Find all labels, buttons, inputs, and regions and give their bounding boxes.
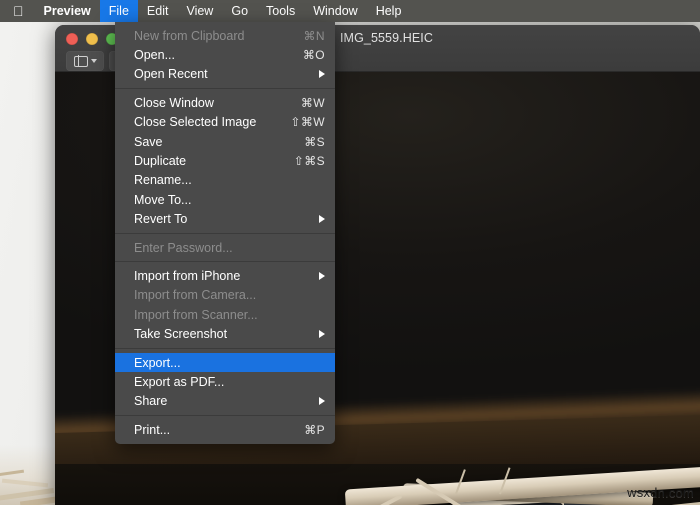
menubar-item-go[interactable]: Go (222, 0, 257, 22)
traffic-lights (66, 33, 118, 45)
menu-item-label: Open... (134, 48, 175, 63)
chevron-right-icon (319, 70, 325, 79)
menu-item-label: Share (134, 394, 168, 409)
menu-item-label: Import from iPhone (134, 268, 241, 283)
menu-item-label: Move To... (134, 192, 192, 207)
menu-item-label: New from Clipboard (134, 28, 245, 43)
file-menu-dropdown: New from Clipboard ⌘N Open... ⌘O Open Recent… (115, 22, 335, 445)
menu-item-close-selected-image[interactable]: Close Selected Image ⇧⌘W (115, 113, 335, 132)
screen: IMG_5559.HEIC wsxdn.com Preview File Edi… (0, 0, 700, 505)
apple-logo-icon[interactable]:  (0, 0, 35, 22)
menu-item-rename[interactable]: Rename... (115, 171, 335, 190)
menu-item-shortcut: ⌘W (300, 95, 325, 110)
window-title-text: IMG_5559.HEIC (339, 30, 433, 45)
menubar-item-window[interactable]: Window (304, 0, 366, 22)
menu-item-open[interactable]: Open... ⌘O (115, 45, 335, 64)
menu-item-shortcut: ⇧⌘S (293, 154, 325, 169)
menu-item-shortcut: ⌘P (304, 422, 325, 437)
chevron-right-icon (319, 215, 325, 224)
menu-item-label: Duplicate (134, 154, 187, 169)
menu-item-label: Close Selected Image (134, 115, 257, 130)
menu-separator (115, 261, 335, 263)
menu-item-shortcut: ⇧⌘W (290, 115, 325, 130)
menu-item-label: Export as PDF... (134, 374, 225, 389)
menu-separator (115, 347, 335, 349)
menubar-item-file[interactable]: File (99, 0, 138, 22)
menu-item-export[interactable]: Export... (115, 352, 335, 373)
sidebar-icon (73, 55, 88, 67)
menu-item-label: Export... (134, 355, 181, 370)
chevron-right-icon (319, 397, 325, 406)
menu-item-label: Import from Camera... (134, 288, 257, 303)
menu-item-shortcut: ⌘O (302, 48, 325, 63)
menu-item-label: Print... (134, 422, 171, 437)
menu-item-open-recent[interactable]: Open Recent (115, 65, 335, 84)
menu-item-import-from-camera: Import from Camera... (115, 286, 335, 305)
menu-item-label: Enter Password... (134, 240, 233, 255)
close-button[interactable] (66, 33, 78, 45)
chevron-right-icon (319, 330, 325, 339)
watermark: wsxdn.com (627, 485, 694, 500)
menu-separator (115, 232, 335, 234)
chevron-down-icon (90, 59, 97, 63)
menu-item-share[interactable]: Share (115, 392, 335, 411)
menu-item-print[interactable]: Print... ⌘P (115, 420, 335, 439)
menu-item-save[interactable]: Save ⌘S (115, 132, 335, 151)
menu-item-label: Revert To (134, 212, 188, 227)
menu-item-export-as-pdf[interactable]: Export as PDF... (115, 372, 335, 391)
sidebar-toggle-button[interactable] (66, 51, 104, 71)
menu-item-import-from-iphone[interactable]: Import from iPhone (115, 266, 335, 285)
menu-item-label: Take Screenshot (134, 327, 228, 342)
menu-separator (115, 415, 335, 417)
menubar-item-help[interactable]: Help (367, 0, 411, 22)
menubar-item-view[interactable]: View (177, 0, 222, 22)
menu-item-enter-password: Enter Password... (115, 238, 335, 257)
menu-item-duplicate[interactable]: Duplicate ⇧⌘S (115, 151, 335, 170)
menu-item-label: Save (134, 134, 163, 149)
menu-item-take-screenshot[interactable]: Take Screenshot (115, 324, 335, 343)
menu-item-close-window[interactable]: Close Window ⌘W (115, 93, 335, 112)
menubar-item-preview[interactable]: Preview (35, 0, 100, 22)
menu-item-shortcut: ⌘N (303, 28, 325, 43)
menu-separator (115, 88, 335, 90)
minimize-button[interactable] (86, 33, 98, 45)
menubar-item-edit[interactable]: Edit (138, 0, 178, 22)
menu-item-shortcut: ⌘S (304, 134, 325, 149)
menu-item-revert-to[interactable]: Revert To (115, 210, 335, 229)
menu-item-label: Rename... (134, 173, 192, 188)
menu-item-new-from-clipboard: New from Clipboard ⌘N (115, 26, 335, 45)
menu-item-label: Close Window (134, 95, 214, 110)
menu-item-import-from-scanner: Import from Scanner... (115, 305, 335, 324)
menu-item-label: Open Recent (134, 67, 208, 82)
menu-bar:  PreviewFileEditViewGoToolsWindowHelp (0, 0, 700, 22)
menu-item-label: Import from Scanner... (134, 307, 258, 322)
menubar-item-tools[interactable]: Tools (257, 0, 304, 22)
chevron-right-icon (319, 271, 325, 280)
menu-item-move-to[interactable]: Move To... (115, 190, 335, 209)
